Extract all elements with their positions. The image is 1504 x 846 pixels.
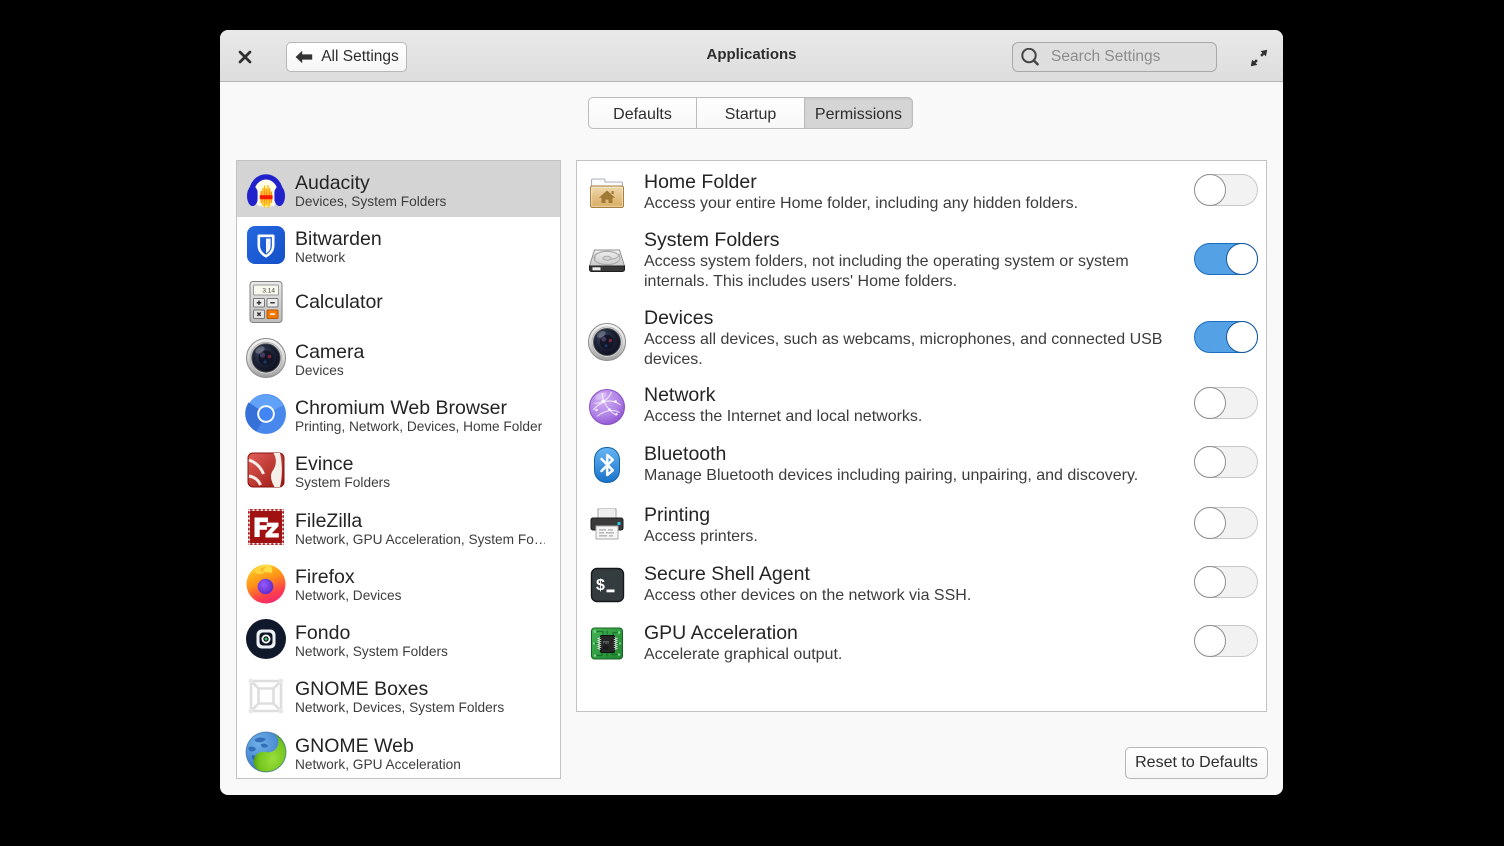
svg-text:P85: P85	[603, 641, 609, 645]
svg-text:3.14: 3.14	[262, 287, 275, 294]
svg-text:$: $	[596, 577, 605, 594]
